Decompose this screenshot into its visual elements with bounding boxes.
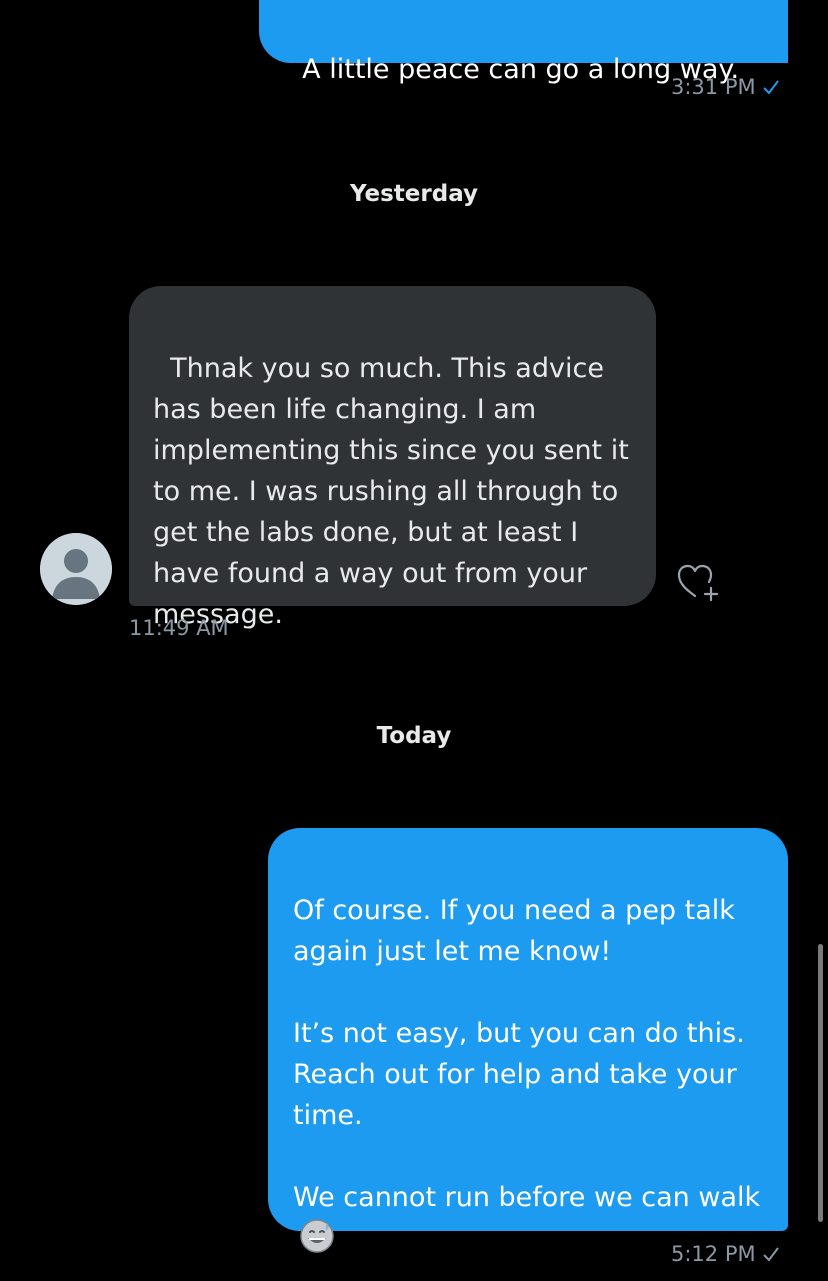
message-time: 5:12 PM [671,1242,756,1266]
outgoing-message-bubble[interactable]: A little peace can go a long way. [259,0,788,85]
outgoing-message-bubble[interactable]: Of course. If you need a pep talk again … [268,828,788,1253]
message-text: Thnak you so much. This advice has been … [153,353,638,630]
avatar[interactable] [40,533,112,605]
default-avatar-icon [40,533,112,605]
date-separator-yesterday: Yesterday [349,181,479,207]
grinning-face-with-sweat-emoji [299,1218,335,1254]
message-paragraph: Of course. If you need a pep talk again … [293,895,744,967]
date-separator-today: Today [376,723,452,749]
message-time: 3:31 PM [671,75,756,99]
message-meta: 3:31 PM [671,75,780,101]
scrollbar[interactable] [818,944,823,1222]
incoming-message-bubble[interactable]: Thnak you so much. This advice has been … [129,286,656,630]
message-paragraph: We cannot run before we can walk [293,1182,761,1213]
message-meta: 5:12 PM [671,1242,780,1268]
message-paragraph: It’s not easy, but you can do this. Reac… [293,1018,754,1131]
check-icon [762,1244,780,1268]
check-icon [762,77,780,101]
add-reaction-heart-icon[interactable] [675,562,721,602]
message-time: 11:49 AM [129,616,229,640]
